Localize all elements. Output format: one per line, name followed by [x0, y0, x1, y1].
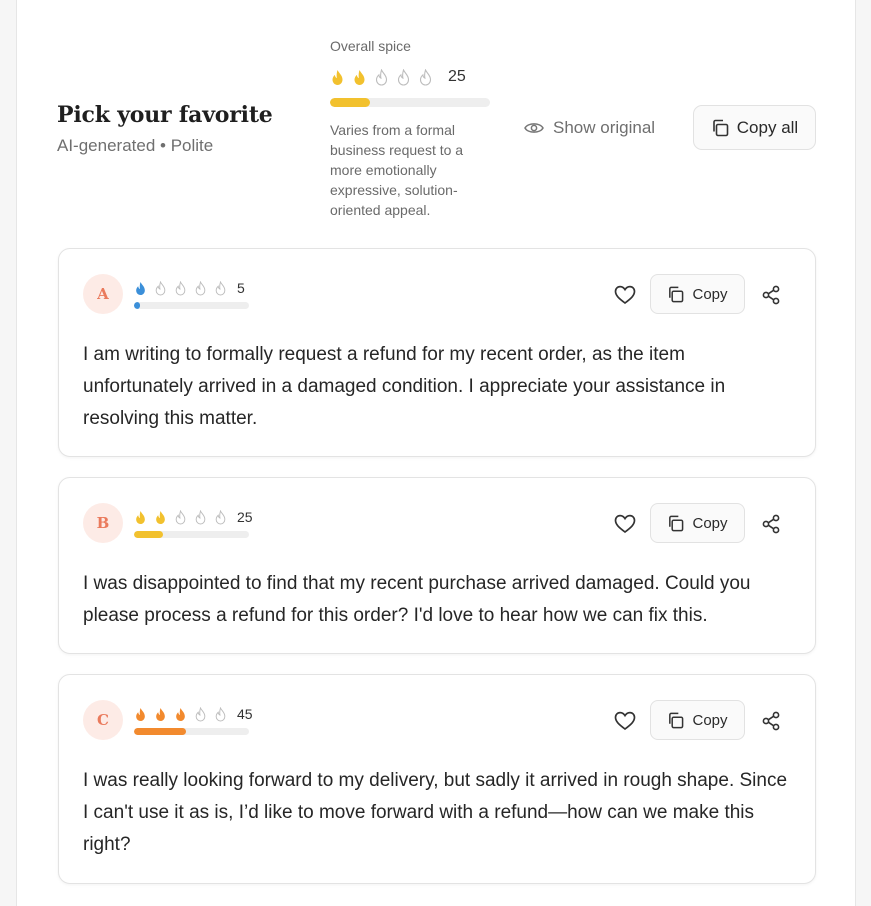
- flame-empty-icon: [214, 706, 227, 722]
- option-letter-avatar: A: [83, 274, 123, 314]
- copy-icon: [669, 712, 684, 728]
- option-spice-meter: [134, 728, 249, 735]
- option-letter-avatar: B: [83, 503, 123, 543]
- overall-spice-meter-fill: [330, 98, 370, 107]
- copy-all-button[interactable]: Copy all: [693, 105, 816, 150]
- copy-button-label: Copy: [692, 285, 728, 303]
- option-spice-meter-fill: [134, 728, 186, 735]
- heart-icon[interactable]: [614, 285, 636, 305]
- heart-icon[interactable]: [614, 514, 636, 534]
- show-original-label: Show original: [553, 118, 656, 137]
- flame-filled-icon: [154, 707, 167, 722]
- flame-filled-icon: [134, 707, 147, 722]
- eye-icon: [524, 123, 544, 133]
- flame-empty-icon: [194, 706, 207, 722]
- copy-button[interactable]: Copy: [650, 503, 745, 543]
- overall-spice-label: Overall spice: [330, 38, 411, 54]
- option-card-c: C 45 Copy I was really looking forward t…: [58, 674, 816, 884]
- flame-filled-icon: [134, 281, 147, 296]
- copy-all-label: Copy all: [736, 117, 799, 137]
- flame-empty-icon: [174, 280, 187, 296]
- option-spice-flames: 5: [134, 277, 249, 299]
- flame-empty-icon: [418, 68, 433, 86]
- option-spice-flames: 45: [134, 703, 253, 725]
- option-text: I was disappointed to find that my recen…: [83, 573, 751, 626]
- overall-spice-meter: [330, 98, 490, 107]
- option-letter-avatar: C: [83, 700, 123, 740]
- option-card-a: A 5 Copy I am writing to formally reques…: [58, 248, 816, 457]
- share-icon[interactable]: [761, 711, 781, 731]
- flame-empty-icon: [194, 280, 207, 296]
- option-spice-meter: [134, 302, 249, 309]
- option-spice-meter-fill: [134, 531, 163, 538]
- flame-empty-icon: [154, 280, 167, 296]
- copy-button[interactable]: Copy: [650, 700, 745, 740]
- option-spice-value: 45: [237, 706, 253, 722]
- option-spice-flames: 25: [134, 506, 253, 528]
- overall-spice-description: Varies from a formal business request to…: [330, 122, 464, 218]
- flame-filled-icon: [134, 510, 147, 525]
- results-header: Pick your favorite AI-generated • Polite…: [17, 0, 857, 230]
- option-spice-value: 5: [237, 280, 245, 296]
- flame-filled-icon: [330, 69, 345, 86]
- option-spice: 45: [134, 703, 253, 735]
- copy-button-label: Copy: [692, 711, 728, 729]
- page-subtitle: AI-generated • Polite: [57, 136, 214, 155]
- flame-empty-icon: [174, 509, 187, 525]
- page-title: Pick your favorite: [57, 102, 273, 128]
- flame-filled-icon: [174, 707, 187, 722]
- flame-filled-icon: [154, 510, 167, 525]
- copy-icon: [669, 515, 684, 531]
- show-original-button[interactable]: Show original: [524, 116, 655, 140]
- heart-icon[interactable]: [614, 711, 636, 731]
- share-icon[interactable]: [761, 514, 781, 534]
- option-spice-value: 25: [237, 509, 253, 525]
- option-text: I am writing to formally request a refun…: [83, 344, 726, 429]
- copy-icon: [712, 119, 729, 136]
- option-text: I was really looking forward to my deliv…: [83, 770, 788, 855]
- option-spice-meter-fill: [134, 302, 140, 309]
- flame-empty-icon: [214, 509, 227, 525]
- flame-empty-icon: [214, 280, 227, 296]
- overall-spice-flames: 25: [330, 64, 510, 90]
- copy-button-label: Copy: [692, 514, 728, 532]
- results-panel: Pick your favorite AI-generated • Polite…: [16, 0, 856, 906]
- overall-spice-value: 25: [448, 68, 466, 85]
- copy-icon: [669, 286, 684, 302]
- flame-empty-icon: [374, 68, 389, 86]
- flame-empty-icon: [396, 68, 411, 86]
- share-icon[interactable]: [761, 285, 781, 305]
- copy-button[interactable]: Copy: [650, 274, 745, 314]
- flame-empty-icon: [194, 509, 207, 525]
- flame-filled-icon: [352, 69, 367, 86]
- option-spice-meter: [134, 531, 249, 538]
- option-card-b: B 25 Copy I was disappointed to find tha…: [58, 477, 816, 654]
- option-spice: 25: [134, 506, 253, 538]
- overall-spice: Overall spice 25 Varies from a formal bu…: [330, 38, 510, 220]
- option-spice: 5: [134, 277, 249, 309]
